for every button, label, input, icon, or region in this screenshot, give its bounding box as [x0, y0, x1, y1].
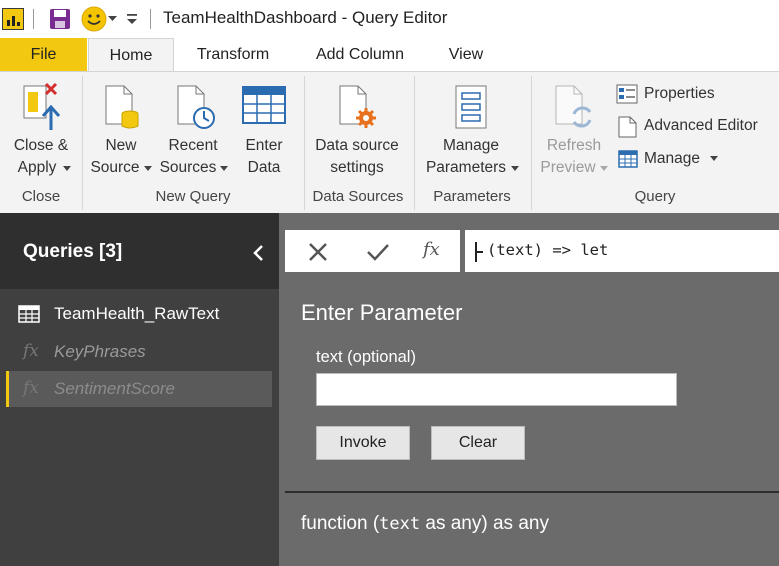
tab-add-column[interactable]: Add Column [301, 38, 419, 71]
save-icon[interactable] [49, 8, 71, 30]
query-label: TeamHealth_RawText [54, 304, 220, 323]
new-source-label-2: Source [90, 159, 140, 176]
queries-title: Queries [3] [23, 241, 123, 262]
table-icon [18, 305, 40, 323]
enter-data-button[interactable]: Enter Data [236, 80, 292, 185]
signature-prefix: function ( [301, 513, 380, 534]
group-separator [82, 76, 83, 210]
group-label-query: Query [634, 188, 676, 205]
ribbon: Close & Apply Close New Source Recent So… [0, 71, 779, 213]
collapse-chevron-icon[interactable] [252, 245, 264, 261]
cursor-tick [477, 251, 483, 253]
chevron-down-icon [144, 166, 152, 171]
smiley-dropdown-icon[interactable] [108, 16, 117, 22]
manage-label: Manage [644, 150, 701, 167]
divider [285, 491, 779, 493]
parameters-icon [455, 85, 487, 129]
chevron-down-icon [710, 156, 718, 161]
smiley-icon[interactable] [81, 6, 107, 32]
commit-check-icon[interactable] [366, 242, 390, 262]
new-source-label-1: New [105, 137, 137, 154]
invoke-button[interactable]: Invoke [316, 426, 410, 460]
properties-icon [616, 84, 638, 104]
close-apply-icon [23, 82, 61, 130]
tab-home[interactable]: Home [88, 38, 174, 71]
function-icon[interactable]: fx [423, 239, 440, 260]
group-label-data-sources: Data Sources [312, 188, 404, 205]
table-icon [618, 150, 638, 168]
recent-sources-label-1: Recent [168, 137, 218, 154]
new-source-icon [105, 85, 139, 129]
query-item-sentimentscore[interactable]: fx SentimentScore [6, 371, 272, 407]
recent-sources-label-2: Sources [159, 159, 217, 176]
formula-buttons: fx [285, 230, 460, 272]
text-param-input[interactable] [316, 373, 677, 406]
title-bar: TeamHealthDashboard - Query Editor [0, 0, 779, 38]
data-source-settings-label-2: settings [330, 159, 384, 176]
query-label: KeyPhrases [54, 342, 146, 361]
divider [33, 9, 34, 29]
enter-data-label-2: Data [247, 159, 281, 176]
recent-sources-icon [177, 85, 215, 129]
refresh-preview-label-1: Refresh [546, 137, 602, 154]
refresh-preview-label-2: Preview [540, 159, 596, 176]
function-icon: fx [23, 341, 39, 361]
refresh-preview-button[interactable]: Refresh Preview [536, 80, 612, 185]
ribbon-tabs: File Home Transform Add Column View [0, 38, 779, 71]
tab-view[interactable]: View [437, 38, 495, 71]
signature-param: text [379, 514, 421, 534]
chevron-down-icon [63, 166, 71, 171]
close-apply-label-1: Close & [13, 137, 69, 154]
advanced-editor-icon [618, 116, 637, 138]
close-apply-label-2: Apply [17, 159, 57, 176]
table-icon [242, 86, 286, 124]
new-source-button[interactable]: New Source [88, 80, 154, 185]
signature-suffix: as any) as any [420, 513, 549, 534]
powerbi-icon [2, 8, 24, 30]
queries-pane: Queries [3] TeamHealth_RawText fx KeyPhr… [0, 213, 279, 566]
formula-text: (text) => let [487, 241, 609, 259]
function-signature: function (text as any) as any [301, 513, 549, 535]
chevron-down-icon [511, 166, 519, 171]
function-icon: fx [23, 378, 39, 398]
data-source-settings-icon [339, 85, 376, 128]
chevron-down-icon [220, 166, 228, 171]
manage-parameters-label-2: Parameters [425, 159, 507, 176]
query-label: SentimentScore [54, 379, 175, 398]
tab-transform[interactable]: Transform [183, 38, 283, 71]
main-area: fx (text) => let Enter Parameter text (o… [279, 213, 779, 566]
formula-bar[interactable]: (text) => let [465, 230, 779, 272]
data-source-settings-label-1: Data source [315, 137, 399, 154]
advanced-editor-label: Advanced Editor [644, 117, 758, 134]
query-item-keyphrases[interactable]: fx KeyPhrases [6, 334, 272, 370]
data-source-settings-button[interactable]: Data source settings [306, 80, 408, 185]
refresh-icon [555, 85, 592, 128]
group-label-parameters: Parameters [433, 188, 511, 205]
customize-dropdown-icon[interactable] [126, 12, 138, 26]
query-item-teamhealth-rawtext[interactable]: TeamHealth_RawText [6, 296, 272, 332]
tab-file[interactable]: File [0, 38, 87, 71]
param-label: text (optional) [316, 348, 416, 366]
enter-parameter-title: Enter Parameter [301, 300, 463, 325]
window-title: TeamHealthDashboard - Query Editor [163, 8, 448, 27]
manage-parameters-button[interactable]: Manage Parameters [418, 80, 524, 185]
enter-data-label-1: Enter [245, 137, 283, 154]
close-apply-button[interactable]: Close & Apply [6, 80, 76, 185]
chevron-down-icon [600, 166, 608, 171]
properties-label: Properties [644, 85, 715, 102]
manage-parameters-label-1: Manage [442, 137, 499, 154]
queries-header: Queries [3] [0, 213, 279, 289]
clear-button[interactable]: Clear [431, 426, 525, 460]
group-label-new-query: New Query [155, 188, 231, 205]
group-label-close: Close [21, 188, 61, 205]
divider [150, 9, 151, 29]
recent-sources-button[interactable]: Recent Sources [158, 80, 232, 185]
cancel-icon[interactable] [308, 242, 328, 262]
